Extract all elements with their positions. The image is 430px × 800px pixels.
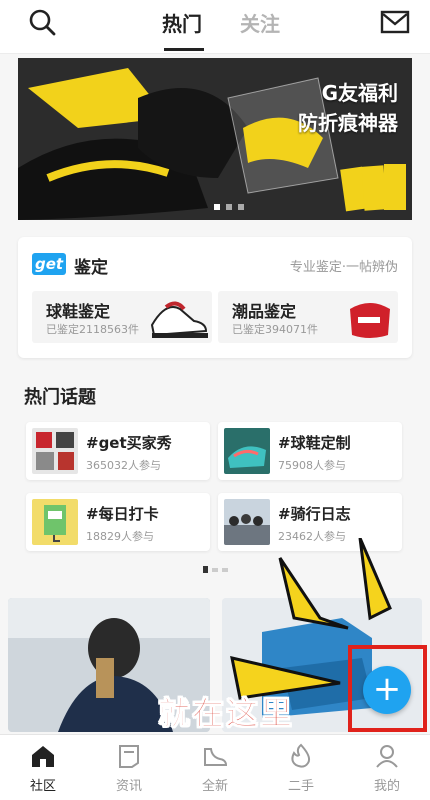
get-logo: get	[32, 253, 66, 275]
sneaker-appraisal-count: 已鉴定2118563件	[46, 323, 139, 336]
topic-thumbnail	[224, 428, 270, 474]
trend-appraisal-button[interactable]: 潮品鉴定 已鉴定394071件	[218, 291, 398, 343]
nav-profile[interactable]: 我的	[344, 735, 430, 800]
nav-label: 社区	[29, 779, 56, 794]
bag-image	[350, 303, 390, 338]
nav-secondhand[interactable]: 二手	[258, 735, 344, 800]
topic-name: #get买家秀	[86, 434, 172, 452]
trend-appraisal-count: 已鉴定394071件	[232, 323, 318, 336]
topic-item[interactable]: #球鞋定制 75908人参与	[218, 422, 402, 480]
nav-community[interactable]: 社区	[0, 735, 86, 800]
banner-pagination	[214, 204, 244, 210]
add-post-button[interactable]: +	[363, 666, 411, 714]
annotation-text: 就在这里	[157, 694, 295, 733]
banner-dot	[226, 204, 232, 210]
community-icon	[32, 746, 54, 767]
sneaker-icon	[204, 748, 228, 766]
tab-follow[interactable]: 关注	[240, 8, 280, 37]
nav-label: 二手	[287, 779, 314, 794]
nav-new[interactable]: 全新	[172, 735, 258, 800]
sneaker-appraisal-title: 球鞋鉴定	[46, 302, 111, 321]
search-icon[interactable]	[28, 8, 58, 38]
topic-name: #球鞋定制	[278, 434, 351, 452]
topic-name: #每日打卡	[86, 505, 159, 523]
appraisal-title: 鉴定	[74, 258, 108, 278]
topic-item[interactable]: #每日打卡 18829人参与	[26, 493, 210, 551]
active-tab-indicator	[164, 48, 204, 51]
page-dot	[212, 567, 218, 572]
topic-participants: 75908人参与	[278, 459, 346, 472]
appraisal-card: get 鉴定 专业鉴定·一帖辨伪 球鞋鉴定 已鉴定2118563件 潮品鉴定 已…	[18, 237, 412, 358]
banner-dot	[214, 204, 220, 210]
page-dot	[203, 566, 208, 573]
topic-participants: 365032人参与	[86, 459, 161, 472]
news-icon	[119, 745, 139, 768]
trend-appraisal-title: 潮品鉴定	[232, 302, 297, 321]
tab-hot[interactable]: 热门	[162, 8, 202, 37]
nav-label: 全新	[201, 779, 228, 794]
mail-icon[interactable]	[380, 10, 410, 34]
banner-headline: G友福利 防折痕神器	[298, 78, 398, 138]
topic-thumbnail	[32, 428, 78, 474]
sneaker-image	[150, 301, 208, 338]
secondhand-icon	[291, 743, 311, 768]
banner-line-2: 防折痕神器	[298, 111, 398, 135]
top-bar: 热门 关注	[0, 0, 430, 54]
sneaker-appraisal-button[interactable]: 球鞋鉴定 已鉴定2118563件	[32, 291, 212, 343]
appraisal-subtitle: 专业鉴定·一帖辨伪	[289, 260, 398, 275]
profile-icon	[376, 745, 398, 768]
topic-participants: 18829人参与	[86, 530, 154, 543]
banner-dot	[238, 204, 244, 210]
promo-banner[interactable]: G友福利 防折痕神器	[18, 58, 412, 220]
hot-topics-title: 热门话题	[24, 387, 96, 408]
topic-item[interactable]: #get买家秀 365032人参与	[26, 422, 210, 480]
nav-label: 我的	[373, 779, 400, 794]
nav-label: 资讯	[115, 779, 142, 794]
bottom-nav: 社区 资讯 全新 二手 我的	[0, 734, 430, 800]
topic-thumbnail	[32, 499, 78, 545]
banner-line-1: G友福利	[321, 81, 398, 105]
nav-news[interactable]: 资讯	[86, 735, 172, 800]
topic-name: #骑行日志	[278, 505, 351, 523]
